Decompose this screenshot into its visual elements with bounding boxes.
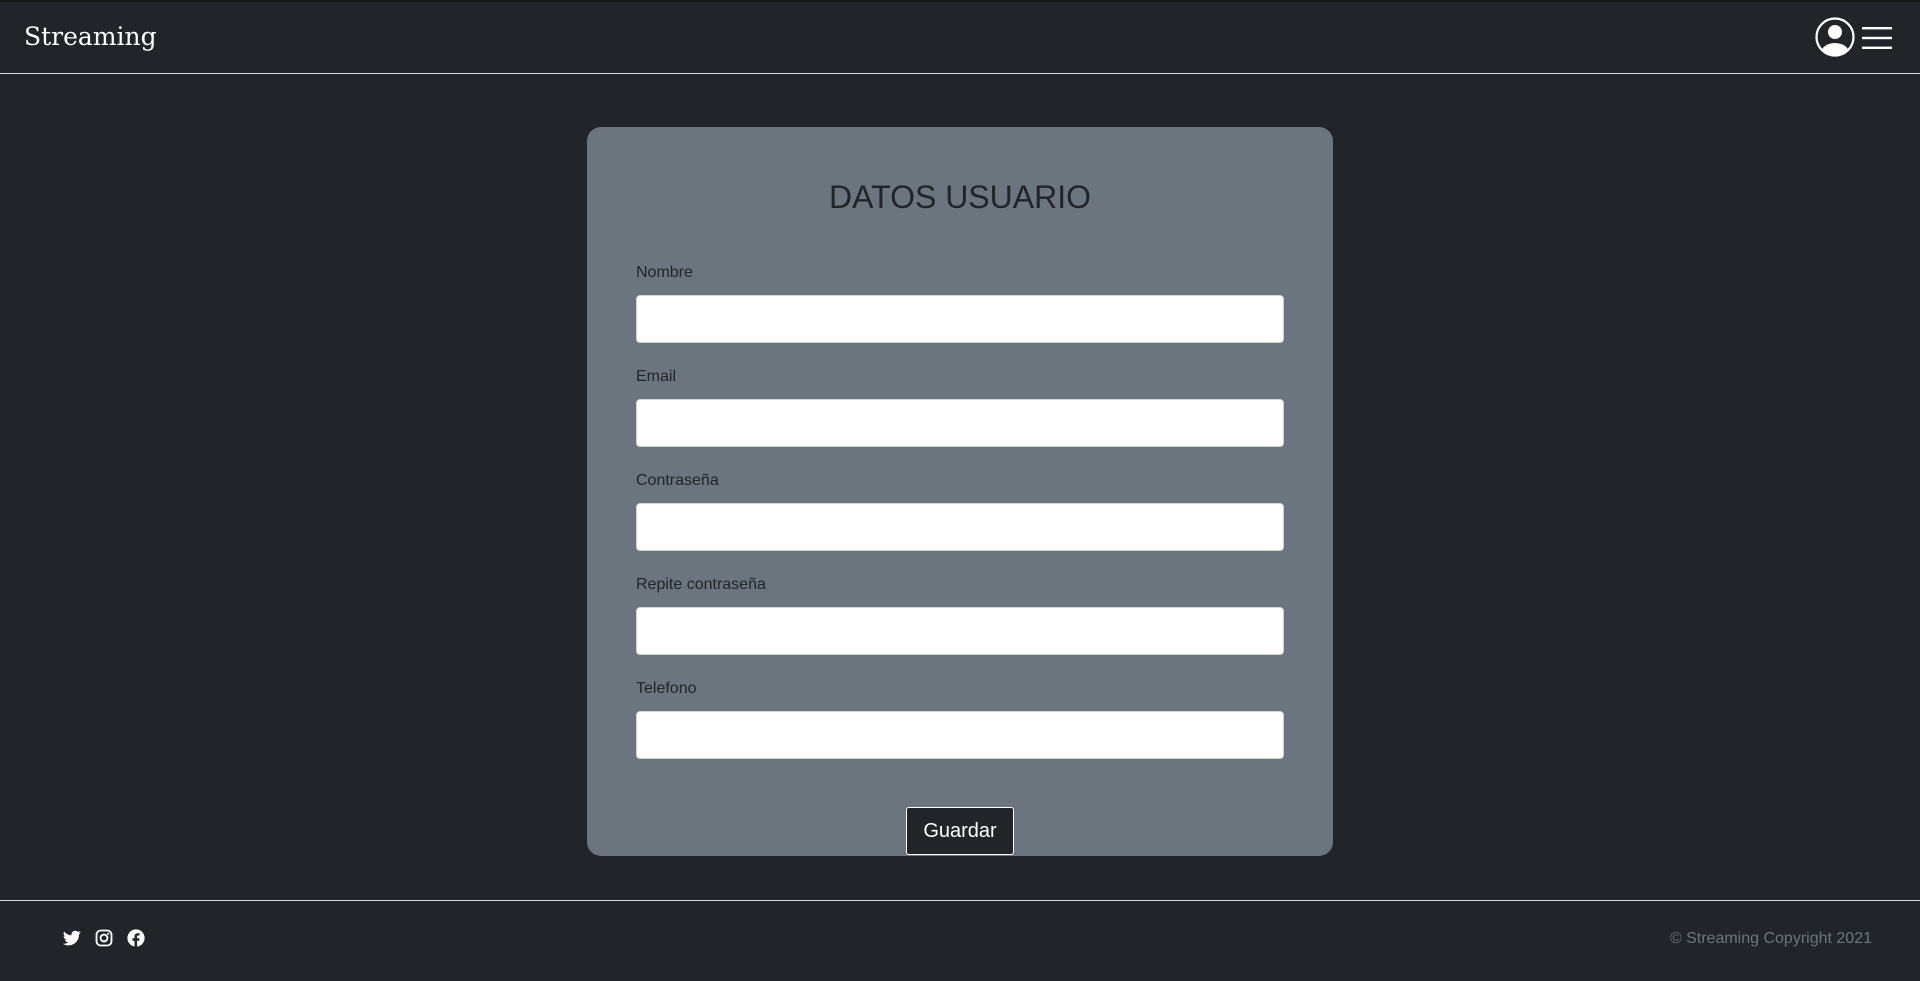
twitter-icon[interactable] xyxy=(63,929,81,947)
save-button[interactable]: Guardar xyxy=(906,807,1014,855)
user-circle-icon[interactable] xyxy=(1815,17,1855,57)
facebook-icon[interactable] xyxy=(127,929,145,947)
email-input[interactable] xyxy=(636,399,1284,447)
brand-link[interactable]: Streaming xyxy=(24,22,157,52)
navbar: Streaming xyxy=(0,2,1920,74)
user-data-card: DATOS USUARIO Nombre Email Contraseña Re… xyxy=(587,127,1333,856)
name-label: Nombre xyxy=(636,264,693,281)
email-label: Email xyxy=(636,368,677,385)
phone-input[interactable] xyxy=(636,711,1284,759)
phone-label: Telefono xyxy=(636,680,697,697)
password-input[interactable] xyxy=(636,503,1284,551)
repeat-password-label: Repite contraseña xyxy=(636,576,766,593)
name-input[interactable] xyxy=(636,295,1284,343)
instagram-icon[interactable] xyxy=(95,929,113,947)
copyright-text: © Streaming Copyright 2021 xyxy=(1669,930,1872,947)
repeat-password-input[interactable] xyxy=(636,607,1284,655)
hamburger-menu-icon[interactable] xyxy=(1862,24,1892,52)
footer: © Streaming Copyright 2021 xyxy=(0,900,1920,981)
password-label: Contraseña xyxy=(636,472,719,489)
form-title: DATOS USUARIO xyxy=(829,179,1091,215)
